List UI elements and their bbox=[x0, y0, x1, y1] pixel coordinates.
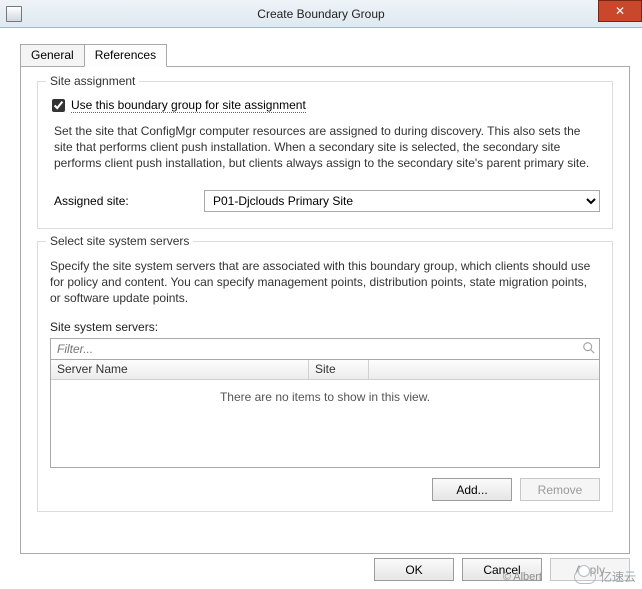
group-legend-site-systems: Select site system servers bbox=[46, 234, 193, 248]
list-header: Server Name Site bbox=[51, 360, 599, 380]
column-server-name[interactable]: Server Name bbox=[51, 360, 309, 379]
ok-button[interactable]: OK bbox=[374, 558, 454, 581]
group-legend-site-assignment: Site assignment bbox=[46, 74, 139, 88]
title-bar: Create Boundary Group ✕ bbox=[0, 0, 642, 28]
remove-button: Remove bbox=[520, 478, 600, 501]
tab-container: General References Site assignment Use t… bbox=[20, 44, 630, 554]
tab-strip: General References bbox=[20, 44, 630, 67]
group-site-systems: Select site system servers Specify the s… bbox=[37, 241, 613, 513]
site-systems-description: Specify the site system servers that are… bbox=[50, 258, 600, 307]
site-assignment-description: Set the site that ConfigMgr computer res… bbox=[54, 123, 600, 172]
add-button[interactable]: Add... bbox=[432, 478, 512, 501]
assigned-site-label: Assigned site: bbox=[54, 194, 204, 208]
window-title: Create Boundary Group bbox=[0, 7, 642, 21]
tab-general[interactable]: General bbox=[20, 44, 85, 67]
filter-input[interactable] bbox=[50, 338, 600, 360]
use-for-site-assignment-checkbox[interactable] bbox=[52, 99, 65, 112]
use-for-site-assignment-label[interactable]: Use this boundary group for site assignm… bbox=[71, 98, 306, 113]
assigned-site-select[interactable]: P01-Djclouds Primary Site bbox=[204, 190, 600, 212]
site-system-servers-label: Site system servers: bbox=[50, 320, 600, 334]
list-empty-text: There are no items to show in this view. bbox=[51, 380, 599, 404]
cancel-button[interactable]: Cancel bbox=[462, 558, 542, 581]
tab-page-references: Site assignment Use this boundary group … bbox=[20, 66, 630, 554]
close-button[interactable]: ✕ bbox=[598, 0, 642, 22]
search-icon bbox=[582, 341, 596, 355]
column-site[interactable]: Site bbox=[309, 360, 369, 379]
dialog-body: General References Site assignment Use t… bbox=[0, 28, 642, 589]
close-icon: ✕ bbox=[615, 5, 625, 17]
dialog-button-row: OK Cancel Apply bbox=[374, 558, 630, 581]
tab-references[interactable]: References bbox=[84, 44, 167, 67]
group-site-assignment: Site assignment Use this boundary group … bbox=[37, 81, 613, 229]
site-system-servers-list[interactable]: Server Name Site There are no items to s… bbox=[50, 360, 600, 468]
apply-button: Apply bbox=[550, 558, 630, 581]
